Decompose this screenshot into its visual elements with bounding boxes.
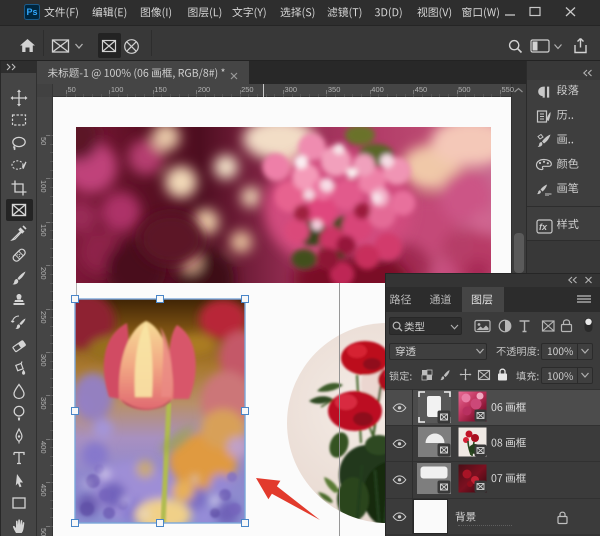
svg-text:fx: fx (539, 222, 548, 232)
